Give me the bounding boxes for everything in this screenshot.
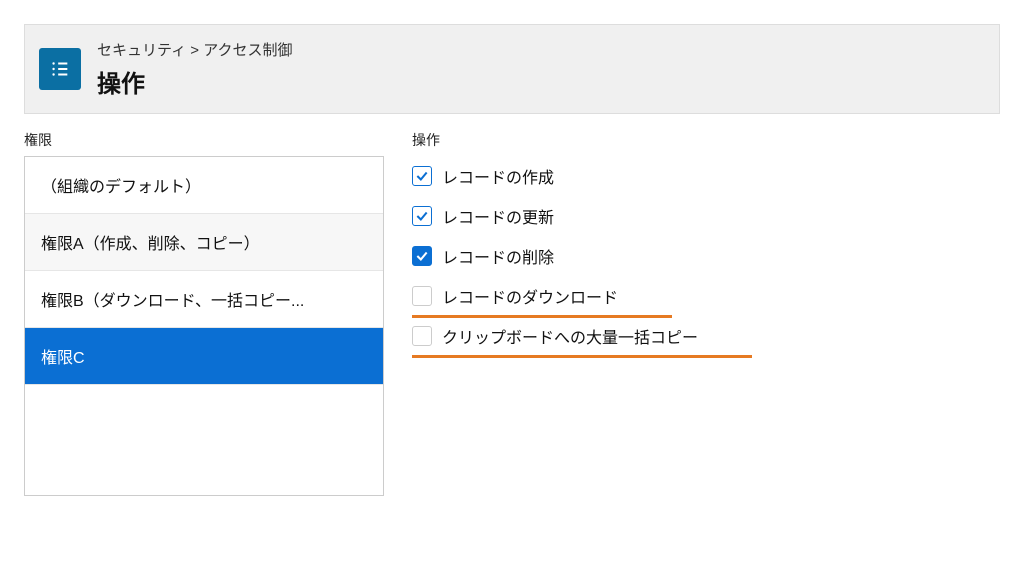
operation-label: レコードのダウンロード (442, 284, 618, 308)
operation-row-delete: レコードの削除 (412, 236, 1000, 276)
checkbox-delete[interactable] (412, 246, 432, 266)
operation-row-create: レコードの作成 (412, 156, 1000, 196)
operation-label: レコードの作成 (442, 164, 554, 188)
permissions-list: （組織のデフォルト） 権限A（作成、削除、コピー） 権限B（ダウンロード、一括コ… (24, 156, 384, 496)
operation-label: レコードの削除 (442, 244, 554, 268)
checkbox-bulkcopy[interactable] (412, 326, 432, 346)
page-header: セキュリティ > アクセス制御 操作 (24, 24, 1000, 114)
permission-item-b[interactable]: 権限B（ダウンロード、一括コピー... (25, 271, 383, 328)
checkbox-download[interactable] (412, 286, 432, 306)
permissions-label: 権限 (24, 130, 384, 150)
permission-item-c[interactable]: 権限C (25, 328, 383, 385)
checkbox-update[interactable] (412, 206, 432, 226)
operation-label: レコードの更新 (442, 204, 554, 228)
page-title: 操作 (97, 64, 292, 99)
highlight-underline (412, 355, 752, 358)
operation-row-update: レコードの更新 (412, 196, 1000, 236)
operations-label: 操作 (412, 130, 1000, 150)
checkbox-create[interactable] (412, 166, 432, 186)
operation-row-bulkcopy: クリップボードへの大量一括コピー (412, 316, 1000, 356)
permission-item-default[interactable]: （組織のデフォルト） (25, 157, 383, 214)
list-icon (39, 48, 81, 90)
content: 権限 （組織のデフォルト） 権限A（作成、削除、コピー） 権限B（ダウンロード、… (0, 114, 1024, 512)
operation-label: クリップボードへの大量一括コピー (442, 324, 698, 348)
permissions-column: 権限 （組織のデフォルト） 権限A（作成、削除、コピー） 権限B（ダウンロード、… (24, 130, 384, 496)
operations-column: 操作 レコードの作成 レコードの更新 レコードの削除 レコードのダウンロード (412, 130, 1000, 356)
breadcrumb: セキュリティ > アクセス制御 (97, 39, 292, 60)
operation-row-download: レコードのダウンロード (412, 276, 1000, 316)
permission-item-a[interactable]: 権限A（作成、削除、コピー） (25, 214, 383, 271)
